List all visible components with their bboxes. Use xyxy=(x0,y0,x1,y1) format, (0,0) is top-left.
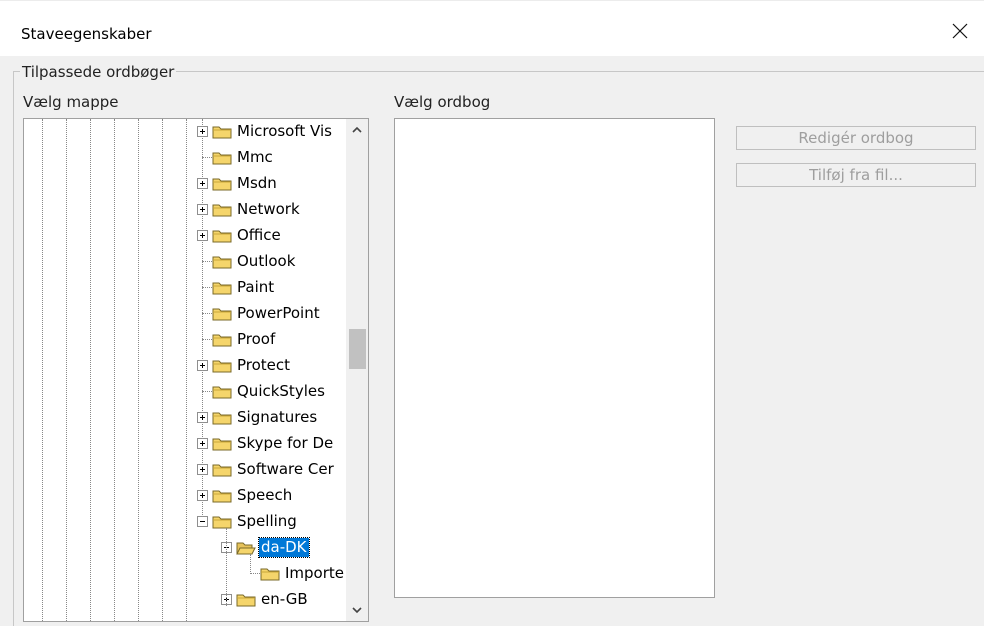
tree-node-label[interactable]: da-DK xyxy=(258,537,310,558)
dialog-body: Tilpassede ordbøger Vælg mappe Vælg ordb… xyxy=(0,56,984,626)
tree-node[interactable]: Proof xyxy=(24,327,344,353)
expand-icon[interactable] xyxy=(197,438,208,449)
folder-icon xyxy=(212,256,232,269)
tree-connector xyxy=(202,391,212,392)
tree-node[interactable]: Spelling xyxy=(24,509,344,535)
tree-node-label[interactable]: en-GB xyxy=(259,590,310,609)
tree-node-label[interactable]: PowerPoint xyxy=(235,304,322,323)
tree-connector xyxy=(202,313,212,314)
tree-node[interactable]: Importe xyxy=(24,561,344,587)
folder-icon xyxy=(212,464,232,477)
scroll-up-button[interactable] xyxy=(346,119,368,141)
folder-icon xyxy=(212,386,232,399)
tree-node-label[interactable]: Proof xyxy=(235,330,277,349)
tree-node[interactable]: Skype for De xyxy=(24,431,344,457)
folder-label: Vælg mappe xyxy=(23,93,119,111)
tree-node-label[interactable]: Mmc xyxy=(235,148,275,167)
tree-node[interactable]: PowerPoint xyxy=(24,301,344,327)
tree-node-label[interactable]: Network xyxy=(235,200,302,219)
chevron-up-icon xyxy=(352,126,362,133)
tree-node[interactable]: Msdn xyxy=(24,171,344,197)
tree-node-label[interactable]: Protect xyxy=(235,356,292,375)
expand-icon[interactable] xyxy=(197,490,208,501)
tree-node-label[interactable]: Importe xyxy=(283,564,346,583)
tree-node[interactable]: Microsoft Vis xyxy=(24,119,344,145)
tree-node[interactable]: Mmc xyxy=(24,145,344,171)
tree-node-label[interactable]: Microsoft Vis xyxy=(235,122,334,141)
collapse-icon[interactable] xyxy=(197,516,208,527)
tree-node[interactable]: Paint xyxy=(24,275,344,301)
expand-icon[interactable] xyxy=(197,360,208,371)
group-title: Tilpassede ordbøger xyxy=(20,63,177,81)
folder-icon xyxy=(212,360,232,373)
close-icon xyxy=(952,23,968,39)
folder-icon xyxy=(260,568,280,581)
folder-icon xyxy=(212,516,232,529)
tree-node-label[interactable]: QuickStyles xyxy=(235,382,327,401)
tree-node-label[interactable]: Outlook xyxy=(235,252,297,271)
tree-node[interactable]: Office xyxy=(24,223,344,249)
folder-icon xyxy=(212,178,232,191)
tree-node-label[interactable]: Skype for De xyxy=(235,434,335,453)
folder-icon xyxy=(212,126,232,139)
expand-icon[interactable] xyxy=(197,204,208,215)
tree-node-label[interactable]: Paint xyxy=(235,278,276,297)
open-folder-icon xyxy=(236,542,256,555)
title-bar: Staveegenskaber xyxy=(0,0,984,56)
folder-icon xyxy=(212,282,232,295)
tree-node[interactable]: Signatures xyxy=(24,405,344,431)
expand-icon[interactable] xyxy=(197,126,208,137)
tree-node-label[interactable]: Msdn xyxy=(235,174,279,193)
folder-tree[interactable]: Microsoft Vis Mmc Msdn Network Office Outlook… xyxy=(23,118,369,622)
folder-icon xyxy=(212,438,232,451)
folder-icon xyxy=(212,490,232,503)
tree-connector xyxy=(202,157,212,158)
tree-connector xyxy=(202,287,212,288)
tree-connector xyxy=(202,339,212,340)
folder-icon xyxy=(212,204,232,217)
tree-branch-line xyxy=(250,554,251,574)
tree-node-label[interactable]: Office xyxy=(235,226,283,245)
expand-icon[interactable] xyxy=(197,230,208,241)
expand-icon[interactable] xyxy=(197,178,208,189)
scroll-thumb[interactable] xyxy=(349,329,366,370)
tree-node-label[interactable]: Software Cer xyxy=(235,460,336,479)
tree-node[interactable]: Speech xyxy=(24,483,344,509)
tree-scrollbar[interactable] xyxy=(346,119,368,621)
tree-node[interactable]: Protect xyxy=(24,353,344,379)
tree-connector xyxy=(202,261,212,262)
tree-branch-line xyxy=(226,528,227,606)
tree-node[interactable]: QuickStyles xyxy=(24,379,344,405)
dictionary-list[interactable] xyxy=(394,118,715,598)
tree-node[interactable]: Outlook xyxy=(24,249,344,275)
tree-node-label[interactable]: Spelling xyxy=(235,512,299,531)
folder-icon xyxy=(212,412,232,425)
window-title: Staveegenskaber xyxy=(21,25,152,43)
scroll-down-button[interactable] xyxy=(346,599,368,621)
tree-connector xyxy=(250,573,260,574)
expand-icon[interactable] xyxy=(197,464,208,475)
folder-icon xyxy=(212,230,232,243)
tree-node[interactable]: Software Cer xyxy=(24,457,344,483)
expand-icon[interactable] xyxy=(197,412,208,423)
tree-node[interactable]: en-GB xyxy=(24,587,344,613)
tree-node[interactable]: da-DK xyxy=(24,535,344,561)
folder-icon xyxy=(212,334,232,347)
add-from-file-button[interactable]: Tilføj fra fil... xyxy=(736,163,976,187)
chevron-down-icon xyxy=(352,607,362,614)
dictionary-label: Vælg ordbog xyxy=(394,93,491,111)
close-button[interactable] xyxy=(938,11,984,55)
tree-node-label[interactable]: Speech xyxy=(235,486,294,505)
edit-dictionary-button[interactable]: Redigér ordbog xyxy=(736,126,976,150)
folder-icon xyxy=(212,152,232,165)
folder-icon xyxy=(212,308,232,321)
tree-node[interactable]: Network xyxy=(24,197,344,223)
tree-node-label[interactable]: Signatures xyxy=(235,408,319,427)
group-border-left xyxy=(13,71,14,626)
folder-icon xyxy=(236,594,256,607)
